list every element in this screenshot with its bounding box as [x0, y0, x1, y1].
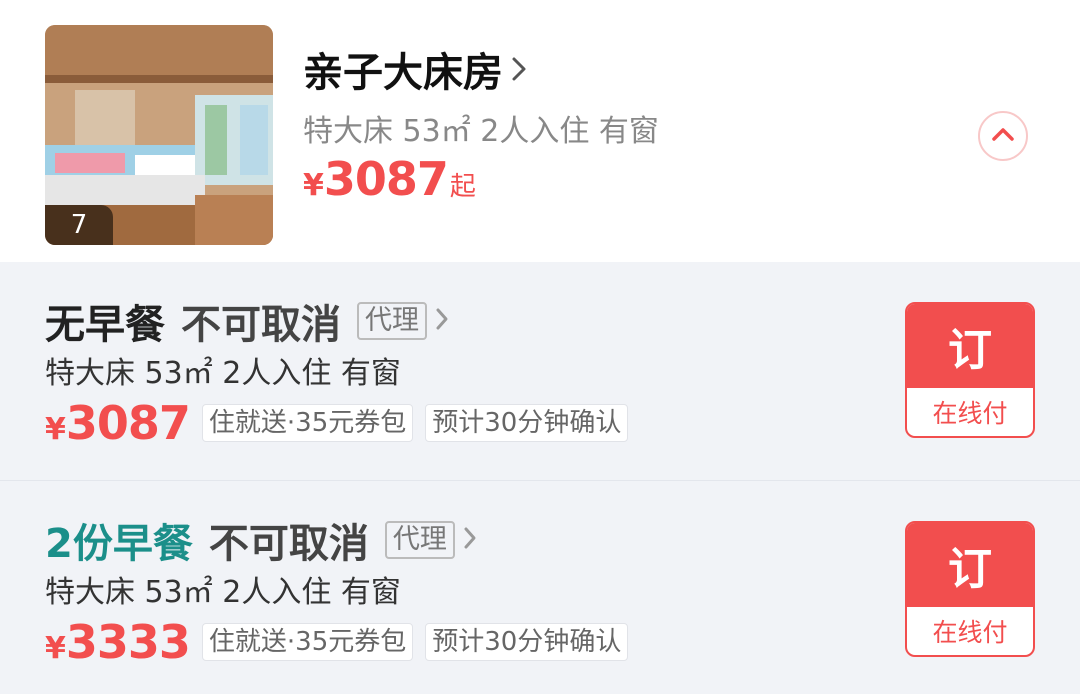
pay-online-label: 在线付 — [932, 399, 1008, 428]
chevron-right-icon — [463, 526, 477, 554]
rate-spec: 特大床 53㎡ 2人入住 有窗 — [45, 575, 401, 610]
rate-plan-header[interactable]: 无早餐 不可取消 代理 — [45, 292, 449, 350]
chevron-up-icon — [991, 126, 1015, 146]
book-button[interactable]: 订 在线付 — [905, 521, 1035, 657]
photo-count-badge: 7 — [45, 205, 113, 245]
price-amount: 3087 — [65, 396, 191, 450]
collapse-button[interactable] — [978, 111, 1028, 161]
chevron-right-icon — [435, 307, 449, 335]
room-title-text: 亲子大床房 — [303, 50, 503, 96]
price-currency: ¥ — [303, 168, 324, 203]
rate-plan-header[interactable]: 2份早餐 不可取消 代理 — [45, 511, 477, 569]
agent-tag: 代理 — [384, 521, 455, 559]
room-price: ¥ 3087 起 — [303, 152, 476, 206]
confirm-tag: 预计30分钟确认 — [425, 404, 629, 442]
chevron-right-icon — [511, 46, 527, 92]
promo-tag: 住就送·35元券包 — [201, 623, 414, 661]
book-label: 订 — [907, 304, 1033, 388]
confirm-tag: 预计30分钟确认 — [425, 623, 629, 661]
room-header[interactable]: 7 亲子大床房 特大床 53㎡ 2人入住 有窗 ¥ 3087 起 — [0, 0, 1080, 262]
rate-price: ¥ 3333 — [45, 615, 191, 669]
price-amount: 3333 — [65, 615, 191, 669]
meal-type: 无早餐 — [45, 302, 165, 348]
price-currency: ¥ — [45, 631, 66, 666]
room-title[interactable]: 亲子大床房 — [303, 40, 527, 98]
price-suffix: 起 — [449, 172, 476, 202]
book-label: 订 — [907, 523, 1033, 607]
rate-price: ¥ 3087 — [45, 396, 191, 450]
rate-spec: 特大床 53㎡ 2人入住 有窗 — [45, 356, 401, 391]
promo-tag: 住就送·35元券包 — [201, 404, 414, 442]
room-spec: 特大床 53㎡ 2人入住 有窗 — [303, 114, 659, 149]
rate-plan-row[interactable]: 2份早餐 不可取消 代理 特大床 53㎡ 2人入住 有窗 ¥ 3333 住就送·… — [0, 480, 1080, 698]
room-photo[interactable]: 7 — [45, 25, 273, 245]
cancel-policy: 不可取消 — [208, 521, 369, 567]
meal-type: 2份早餐 — [45, 521, 193, 567]
book-button[interactable]: 订 在线付 — [905, 302, 1035, 438]
pay-online-label: 在线付 — [932, 618, 1008, 647]
rate-price-line: ¥ 3087 住就送·35元券包 预计30分钟确认 — [45, 396, 629, 450]
cancel-policy: 不可取消 — [181, 302, 341, 348]
rate-plan-row[interactable]: 无早餐 不可取消 代理 特大床 53㎡ 2人入住 有窗 ¥ 3087 住就送·3… — [0, 262, 1080, 480]
price-amount: 3087 — [323, 152, 449, 206]
rate-plan-list: 无早餐 不可取消 代理 特大床 53㎡ 2人入住 有窗 ¥ 3087 住就送·3… — [0, 262, 1080, 694]
agent-tag: 代理 — [357, 302, 427, 340]
rate-price-line: ¥ 3333 住就送·35元券包 预计30分钟确认 — [45, 615, 629, 669]
price-currency: ¥ — [45, 412, 66, 447]
